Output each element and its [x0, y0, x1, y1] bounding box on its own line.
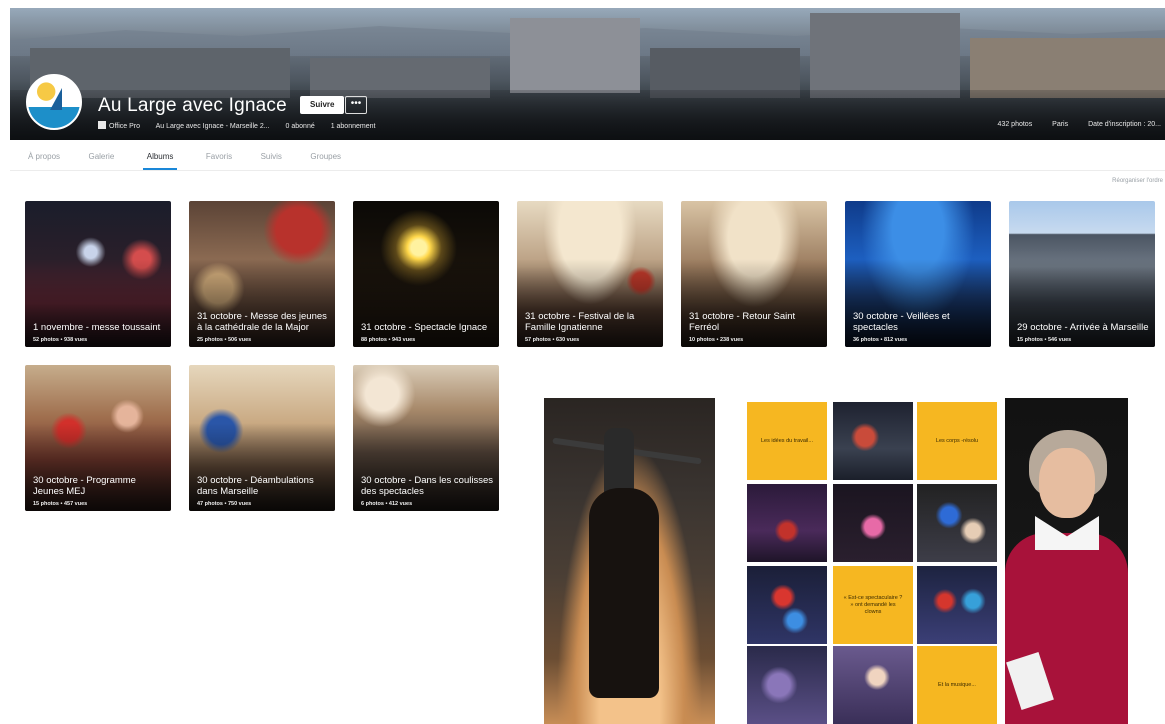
cover-banner: Au Large avec Ignace Suivre ••• Office P…: [10, 8, 1165, 140]
album-stats: 10 photos • 238 vues: [689, 337, 744, 343]
photo-tile: [917, 484, 997, 562]
tab-albums[interactable]: Albums: [142, 148, 178, 170]
album-card[interactable]: 31 octobre - Retour Saint Ferréol 10 pho…: [681, 201, 827, 347]
horse-rider-photo: [544, 398, 715, 724]
sea-icon: [28, 107, 80, 128]
album-card[interactable]: 30 octobre - Dans les coulisses des spec…: [353, 365, 499, 511]
photo-tile: [747, 566, 827, 644]
reorder-link[interactable]: Réorganiser l'ordre: [1112, 178, 1163, 184]
profile-tabs: À propos Galerie Albums Favoris Suivis G…: [28, 146, 365, 170]
tile-text: Et la musique...: [938, 681, 976, 688]
album-card[interactable]: 31 octobre - Spectacle Ignace 88 photos …: [353, 201, 499, 347]
tile-text: Les idées du travail...: [761, 437, 813, 444]
photo-tile: [917, 566, 997, 644]
account-avatar[interactable]: [26, 74, 82, 130]
following-count[interactable]: 1 abonnement: [331, 123, 376, 130]
account-meta: Office Pro Au Large avec Ignace - Marsei…: [98, 121, 389, 130]
tile-text: « Est-ce spectaculaire ? » ont demandé l…: [843, 594, 903, 615]
tab-favorites[interactable]: Favoris: [206, 148, 232, 170]
followers-count[interactable]: 0 abonné: [286, 123, 315, 130]
album-shade: [353, 259, 499, 347]
album-shade: [189, 259, 335, 347]
account-location[interactable]: Au Large avec Ignace - Marseille 2...: [156, 123, 270, 130]
more-options-button[interactable]: •••: [345, 96, 367, 114]
text-tile: « Est-ce spectaculaire ? » ont demandé l…: [833, 566, 913, 644]
tabs-divider: [10, 170, 1165, 171]
tile-text: Les corps -résolu: [935, 437, 979, 444]
album-card[interactable]: 30 octobre - Programme Jeunes MEJ 15 pho…: [25, 365, 171, 511]
follow-button[interactable]: Suivre: [300, 96, 345, 114]
photo-grid-collage: Les idées du travail... Les corps -résol…: [745, 400, 1000, 724]
photo-tile: [833, 484, 913, 562]
tab-gallery[interactable]: Galerie: [88, 148, 114, 170]
album-shade: [845, 259, 991, 347]
album-stats: 25 photos • 506 vues: [197, 337, 252, 343]
album-shade: [25, 259, 171, 347]
cover-building: [510, 18, 640, 93]
album-shade: [189, 423, 335, 511]
portrait-face: [1039, 448, 1095, 518]
account-city: Paris: [1052, 121, 1069, 128]
album-shade: [1009, 259, 1155, 347]
sailboat-icon: [50, 88, 62, 110]
album-card[interactable]: 29 octobre - Arrivée à Marseille 15 phot…: [1009, 201, 1155, 347]
album-shade: [25, 423, 171, 511]
album-title: 30 octobre - Veillées et spectacles: [853, 311, 950, 333]
album-title: 31 octobre - Retour Saint Ferréol: [689, 311, 796, 333]
text-tile: Les idées du travail...: [747, 402, 827, 480]
album-title: 31 octobre - Spectacle Ignace: [361, 321, 488, 333]
album-stats: 6 photos • 412 vues: [361, 501, 413, 507]
album-card[interactable]: 31 octobre - Festival de la Famille Igna…: [517, 201, 663, 347]
album-stats: 52 photos • 938 vues: [33, 337, 88, 343]
album-card[interactable]: 31 octobre - Messe des jeunes à la cathé…: [189, 201, 335, 347]
album-title: 30 octobre - Programme Jeunes MEJ: [33, 475, 136, 497]
tab-following[interactable]: Suivis: [261, 148, 282, 170]
tab-about[interactable]: À propos: [28, 148, 60, 170]
photo-tile: [833, 402, 913, 480]
album-stats: 57 photos • 630 vues: [525, 337, 580, 343]
album-card[interactable]: 30 octobre - Veillées et spectacles 36 p…: [845, 201, 991, 347]
photo-tile: [747, 484, 827, 562]
text-tile: Et la musique...: [917, 646, 997, 724]
album-title: 31 octobre - Messe des jeunes à la cathé…: [197, 311, 327, 333]
album-shade: [681, 259, 827, 347]
album-stats: 36 photos • 812 vues: [853, 337, 908, 343]
album-card[interactable]: 30 octobre - Déambulations dans Marseill…: [189, 365, 335, 511]
cover-building: [970, 38, 1165, 98]
account-name[interactable]: Au Large avec Ignace: [98, 95, 287, 117]
horse-figure: [589, 488, 659, 698]
photo-tile: [833, 646, 913, 724]
album-title: 31 octobre - Festival de la Famille Igna…: [525, 311, 635, 333]
tab-groups[interactable]: Groupes: [310, 148, 341, 170]
join-date: Date d'inscription : 20...: [1088, 121, 1161, 128]
building-icon: [98, 121, 106, 129]
account-stats: 432 photos Paris Date d'inscription : 20…: [980, 121, 1161, 128]
pro-label: Office Pro: [109, 123, 140, 130]
album-stats: 47 photos • 750 vues: [197, 501, 252, 507]
album-title: 1 novembre - messe toussaint: [33, 321, 161, 333]
album-title: 30 octobre - Dans les coulisses des spec…: [361, 475, 494, 497]
album-stats: 88 photos • 943 vues: [361, 337, 416, 343]
album-stats: 15 photos • 457 vues: [33, 501, 88, 507]
cover-building: [810, 13, 960, 98]
photo-count: 432 photos: [997, 121, 1033, 128]
text-tile: Les corps -résolu: [917, 402, 997, 480]
portrait-photo: [1005, 398, 1128, 724]
photo-tile: [747, 646, 827, 724]
album-stats: 15 photos • 546 vues: [1017, 337, 1072, 343]
album-title: 30 octobre - Déambulations dans Marseill…: [197, 475, 314, 497]
album-shade: [353, 423, 499, 511]
album-title: 29 octobre - Arrivée à Marseille: [1017, 321, 1149, 333]
pro-badge: Office Pro: [98, 121, 140, 130]
album-card[interactable]: 1 novembre - messe toussaint 52 photos •…: [25, 201, 171, 347]
album-shade: [517, 259, 663, 347]
